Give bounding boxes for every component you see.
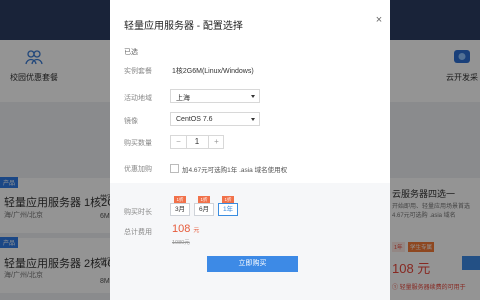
region-value: 上海 xyxy=(176,95,190,102)
promo-checkbox[interactable] xyxy=(170,164,179,173)
total-unit: 元 xyxy=(193,228,200,234)
region-label: 活动地域 xyxy=(124,95,152,102)
increment-button[interactable]: + xyxy=(208,136,224,148)
quantity-label: 购买数量 xyxy=(124,140,152,147)
config-dialog: 轻量应用服务器 - 配置选择 × 已选 实例套餐 1核2G6M(Linux/Wi… xyxy=(110,0,390,300)
total-value: 108 xyxy=(172,223,191,235)
total-label: 总计费用 xyxy=(124,229,152,236)
image-select[interactable]: CentOS 7.6 xyxy=(170,112,260,126)
image-value: CentOS 7.6 xyxy=(176,116,213,123)
total-price: 108 元 xyxy=(172,223,199,235)
selected-section-label: 已选 xyxy=(124,49,138,56)
duration-option-1y[interactable]: 1年 xyxy=(218,203,238,216)
duration-label: 购买时长 xyxy=(124,209,152,216)
package-label: 实例套餐 xyxy=(124,68,152,75)
chevron-down-icon xyxy=(251,118,255,121)
dialog-title: 轻量应用服务器 - 配置选择 xyxy=(124,21,243,32)
chevron-down-icon xyxy=(251,95,255,98)
promo-label: 优惠加购 xyxy=(124,166,152,173)
quantity-stepper: − 1 + xyxy=(170,135,224,149)
order-summary xyxy=(110,183,390,300)
discount-badge: 1折 xyxy=(222,196,234,203)
discount-badge: 1折 xyxy=(198,196,210,203)
quantity-value[interactable]: 1 xyxy=(187,136,207,148)
region-select[interactable]: 上海 xyxy=(170,89,260,103)
promo-text: 加4.67元可选购1年 .asia 域名使用权 xyxy=(182,167,288,174)
decrement-button[interactable]: − xyxy=(171,136,187,148)
duration-option-3m[interactable]: 3月 xyxy=(170,203,190,216)
buy-now-button[interactable]: 立即购买 xyxy=(207,256,298,272)
package-value: 1核2G6M(Linux/Windows) xyxy=(172,68,254,75)
close-icon[interactable]: × xyxy=(373,14,385,26)
image-label: 镜像 xyxy=(124,118,138,125)
discount-badge: 1折 xyxy=(174,196,186,203)
original-price: 1080元 xyxy=(172,240,190,246)
duration-option-6m[interactable]: 6月 xyxy=(194,203,214,216)
